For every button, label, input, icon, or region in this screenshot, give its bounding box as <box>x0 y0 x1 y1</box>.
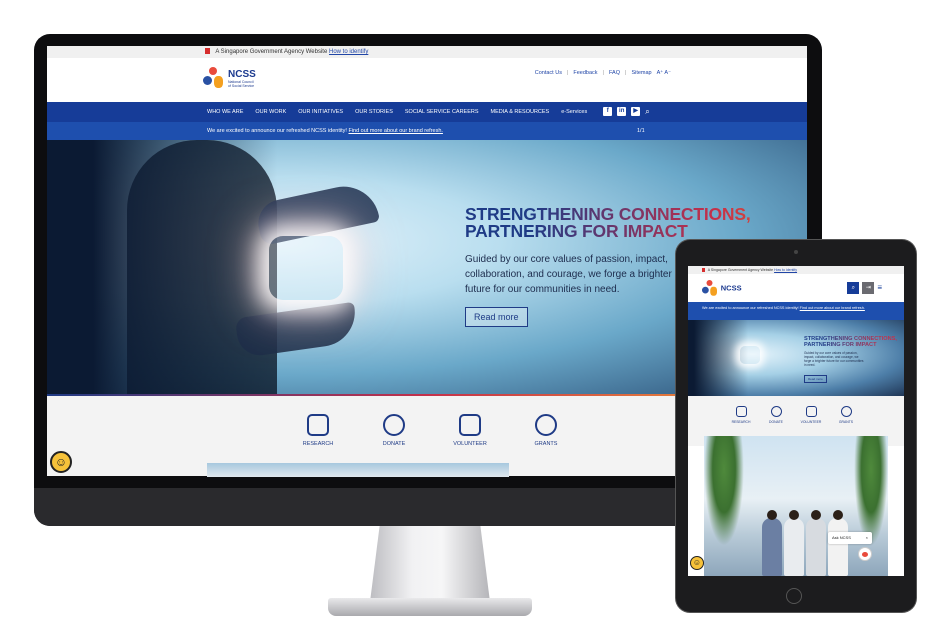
tablet-hero: STRENGTHENING CONNECTIONS, PARTNERING FO… <box>688 320 904 396</box>
tablet-volunteer-icon <box>805 406 817 417</box>
research-icon <box>307 414 329 436</box>
youtube-icon[interactable]: ▶ <box>631 107 641 116</box>
faq-link[interactable]: FAQ <box>609 70 620 76</box>
site-header: NCSS National Council of Social Service … <box>47 58 807 102</box>
volunteer-icon <box>459 414 481 436</box>
ncss-logo-mark-icon <box>203 67 225 89</box>
tablet-feedback-smiley-icon[interactable]: ☺ <box>690 556 704 570</box>
quick-link-grants[interactable]: GRANTS <box>511 414 581 447</box>
nav-our-initiatives[interactable]: OUR INITIATIVES <box>298 109 343 115</box>
contact-us-link[interactable]: Contact Us <box>535 70 562 76</box>
announcement-text: We are excited to announce our refreshed… <box>207 128 347 134</box>
tablet-quick-link-grants[interactable]: GRANTS <box>831 406 861 424</box>
quick-link-research[interactable]: RESEARCH <box>283 414 353 447</box>
tablet-grants-icon <box>840 406 852 417</box>
tablet-flag-icon <box>702 268 705 273</box>
announcement-bar: We are excited to announce our refreshed… <box>47 122 807 140</box>
nav-e-services[interactable]: e-Services <box>561 109 587 115</box>
imac-stand <box>370 526 490 602</box>
nav-media-resources[interactable]: MEDIA & RESOURCES <box>491 109 550 115</box>
ncss-logo[interactable]: NCSS National Council of Social Service <box>203 67 256 89</box>
tablet-gov-banner: A Singapore Government Agency Website Ho… <box>688 266 904 274</box>
tablet-read-more-button[interactable]: Read more <box>804 375 827 383</box>
feedback-link[interactable]: Feedback <box>573 70 597 76</box>
logo-name: NCSS <box>228 68 256 80</box>
featured-image-strip <box>207 463 509 477</box>
feedback-smiley-icon[interactable]: ☺ <box>50 451 72 473</box>
tablet-menu-icon[interactable]: ≡ <box>877 282 882 294</box>
tablet-brand-refresh-link[interactable]: Find out more about our brand refresh. <box>800 306 865 310</box>
nav-our-work[interactable]: OUR WORK <box>255 109 286 115</box>
singapore-flag-icon <box>205 48 210 55</box>
tablet-hero-subtitle: Guided by our core values of passion, im… <box>804 351 864 367</box>
how-to-identify-link[interactable]: How to identify <box>329 49 368 55</box>
utility-links: Contact Us | Feedback | FAQ | Sitemap A⁺… <box>534 70 671 76</box>
tablet-website: A Singapore Government Agency Website Ho… <box>688 266 904 576</box>
sitemap-link[interactable]: Sitemap <box>631 70 651 76</box>
facebook-icon[interactable]: f <box>603 107 613 116</box>
tablet-search-icon[interactable]: ⌕ <box>847 282 860 294</box>
brand-refresh-link[interactable]: Find out more about our brand refresh. <box>348 128 442 134</box>
ipad-camera <box>794 250 798 254</box>
tablet-announcement-text: We are excited to announce our refreshed… <box>702 306 799 310</box>
nav-social-service-careers[interactable]: SOCIAL SERVICE CAREERS <box>405 109 479 115</box>
tablet-ncss-logo[interactable]: NCSS <box>702 280 742 297</box>
tablet-gov-text: A Singapore Government Agency Website <box>707 268 774 272</box>
gov-banner-text: A Singapore Government Agency Website <box>215 49 328 55</box>
tablet-header: NCSS ⌕ ⇥ ≡ <box>688 274 904 302</box>
device-mockup-scene: A Singapore Government Agency Website Ho… <box>0 0 948 640</box>
quick-link-volunteer[interactable]: VOLUNTEER <box>435 414 505 447</box>
tablet-hero-light-frame <box>740 346 760 364</box>
tablet-research-icon <box>735 406 747 417</box>
hero-light-frame <box>269 236 343 300</box>
ask-ncss-chat-prompt[interactable]: Ask NCSS × <box>828 532 872 544</box>
gov-banner: A Singapore Government Agency Website Ho… <box>47 46 807 58</box>
nav-who-we-are[interactable]: WHO WE ARE <box>207 109 243 115</box>
read-more-button[interactable]: Read more <box>465 307 528 327</box>
tablet-logo-mark-icon <box>702 280 719 297</box>
tablet-quick-link-research[interactable]: RESEARCH <box>726 406 756 424</box>
logo-tagline-1: National Council <box>228 79 254 84</box>
tablet-quick-link-donate[interactable]: DONATE <box>761 406 791 424</box>
tablet-quick-link-volunteer[interactable]: VOLUNTEER <box>796 406 826 424</box>
logo-tagline-2: of Social Service <box>228 83 255 88</box>
tablet-how-to-identify-link[interactable]: How to identify <box>774 268 797 272</box>
linkedin-icon[interactable]: in <box>617 107 627 116</box>
grants-icon <box>535 414 557 436</box>
tablet-donate-icon <box>770 406 782 417</box>
donate-icon <box>383 414 405 436</box>
imac-stand-base <box>328 598 532 616</box>
hero-title: STRENGTHENING CONNECTIONS, PARTNERING FO… <box>465 206 795 240</box>
ipad-home-button <box>786 588 802 604</box>
main-nav: WHO WE ARE OUR WORK OUR INITIATIVES OUR … <box>47 102 807 122</box>
tablet-e-services-icon[interactable]: ⇥ <box>862 282 875 294</box>
nav-our-stories[interactable]: OUR STORIES <box>355 109 393 115</box>
hero-subtitle: Guided by our core values of passion, im… <box>465 254 672 295</box>
search-icon[interactable]: ⌕ <box>645 107 649 117</box>
tablet-hero-title: STRENGTHENING CONNECTIONS, PARTNERING FO… <box>804 336 902 348</box>
announcement-counter: 1/1 <box>637 128 645 134</box>
quick-link-donate[interactable]: DONATE <box>359 414 429 447</box>
chat-close-icon[interactable]: × <box>866 532 868 544</box>
tablet-announcement-bar: We are excited to announce our refreshed… <box>688 302 904 320</box>
font-size-controls[interactable]: A⁺ A⁻ <box>657 70 671 76</box>
chatbot-avatar-icon[interactable] <box>858 547 872 561</box>
